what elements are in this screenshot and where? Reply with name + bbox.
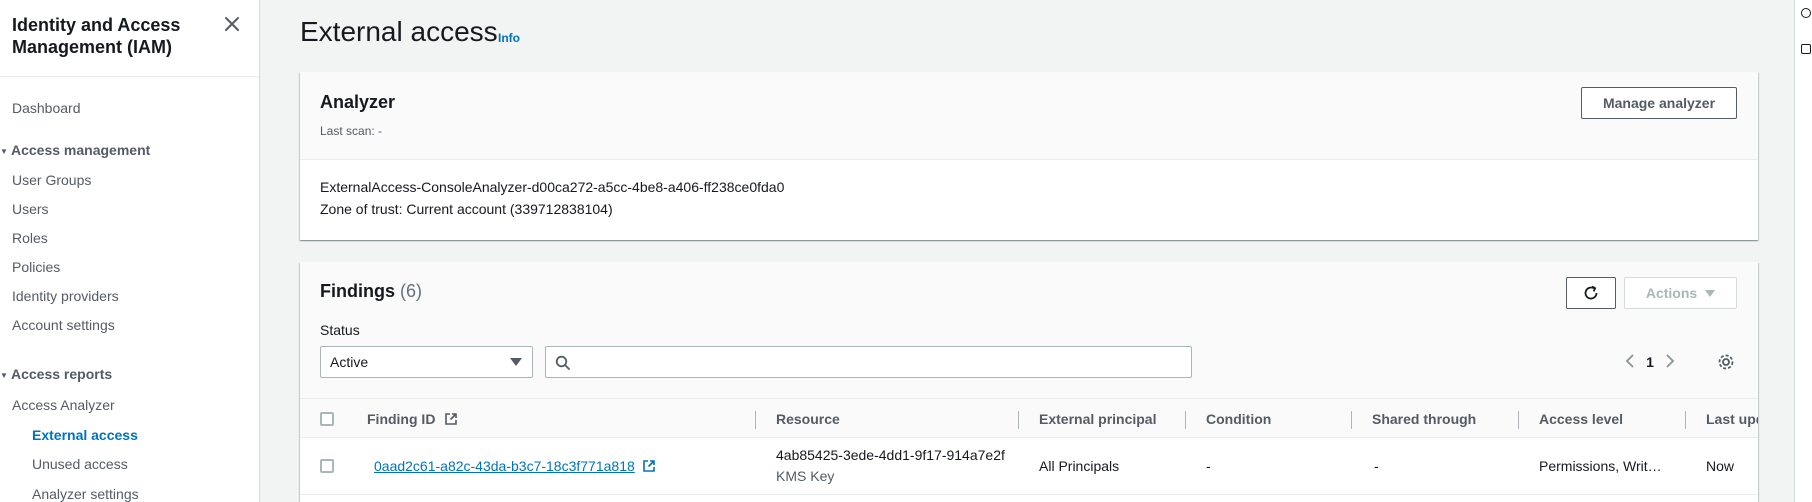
zone-of-trust: Zone of trust: Current account (33971283… bbox=[320, 201, 613, 217]
column-divider[interactable] bbox=[1351, 411, 1352, 429]
status-select-value: Active bbox=[330, 354, 369, 370]
right-panel-edge bbox=[1794, 0, 1812, 502]
status-select[interactable]: Active bbox=[320, 346, 533, 378]
findings-title: Findings (6) bbox=[320, 281, 422, 302]
caret-down-icon bbox=[1705, 289, 1716, 297]
column-header-condition[interactable]: Condition bbox=[1206, 411, 1271, 427]
last-scan-text: Last scan: - bbox=[320, 124, 383, 138]
sidebar-item-dashboard[interactable]: Dashboard bbox=[12, 100, 81, 116]
column-divider[interactable] bbox=[1018, 411, 1019, 429]
actions-button[interactable]: Actions bbox=[1624, 277, 1737, 309]
page-title: External access bbox=[300, 16, 498, 47]
findings-card: Findings (6) Actions Status Active 1 Fin… bbox=[300, 262, 1758, 502]
finding-id-text: 0aad2c61-a82c-43da-b3c7-18c3f771a818 bbox=[374, 458, 635, 474]
notifications-panel-icon[interactable] bbox=[1801, 44, 1811, 54]
preferences-button[interactable] bbox=[1717, 346, 1735, 378]
sidebar-item-access-analyzer[interactable]: Access Analyzer bbox=[12, 397, 115, 413]
pagination: 1 bbox=[1620, 346, 1680, 378]
sidebar-section-label: Access reports bbox=[11, 366, 113, 382]
manage-analyzer-button[interactable]: Manage analyzer bbox=[1581, 87, 1737, 119]
column-divider[interactable] bbox=[1185, 411, 1186, 429]
sidebar-nav: Identity and Access Management (IAM) Das… bbox=[0, 0, 260, 502]
caret-down-icon bbox=[510, 358, 522, 366]
shared-through: - bbox=[1374, 458, 1379, 474]
findings-title-text: Findings bbox=[320, 281, 395, 301]
sidebar-item-user-groups[interactable]: User Groups bbox=[12, 172, 91, 188]
table-header: Finding ID Resource External principal C… bbox=[300, 398, 1758, 438]
search-icon bbox=[555, 355, 570, 370]
resource-type: KMS Key bbox=[776, 468, 835, 484]
column-divider[interactable] bbox=[1518, 411, 1519, 429]
chevron-right-icon[interactable] bbox=[1660, 353, 1680, 372]
sidebar-section-access-management[interactable]: ▼ Access management bbox=[0, 142, 150, 158]
page-number[interactable]: 1 bbox=[1640, 354, 1660, 370]
row-checkbox[interactable] bbox=[320, 459, 334, 473]
search-input[interactable] bbox=[545, 346, 1192, 378]
access-level: Permissions, Writ… bbox=[1539, 458, 1662, 474]
external-link-icon bbox=[642, 460, 655, 472]
analyzer-card: Analyzer Last scan: - Manage analyzer Ex… bbox=[300, 72, 1758, 240]
row-divider bbox=[300, 494, 1758, 495]
close-icon[interactable] bbox=[221, 13, 243, 35]
column-header-last-updated[interactable]: Last upd bbox=[1706, 411, 1758, 427]
column-header-access-level[interactable]: Access level bbox=[1539, 411, 1623, 427]
sidebar-item-analyzer-settings[interactable]: Analyzer settings bbox=[32, 486, 139, 502]
analyzer-title: Analyzer bbox=[320, 92, 396, 112]
sidebar-item-unused-access[interactable]: Unused access bbox=[32, 456, 128, 472]
finding-id-link[interactable]: 0aad2c61-a82c-43da-b3c7-18c3f771a818 bbox=[374, 458, 656, 474]
analyzer-card-header: Analyzer Last scan: - Manage analyzer bbox=[300, 72, 1758, 160]
status-label: Status bbox=[320, 322, 360, 338]
column-divider[interactable] bbox=[1685, 411, 1686, 429]
sidebar-divider bbox=[0, 76, 259, 77]
sidebar-item-policies[interactable]: Policies bbox=[12, 259, 60, 275]
external-principal: All Principals bbox=[1039, 458, 1120, 474]
caret-down-icon: ▼ bbox=[0, 370, 8, 380]
info-link[interactable]: Info bbox=[498, 31, 520, 45]
refresh-icon bbox=[1584, 285, 1598, 300]
resource-id: 4ab85425-3ede-4dd1-9f17-914a7e2f bbox=[776, 447, 1005, 463]
sidebar-item-users[interactable]: Users bbox=[12, 201, 49, 217]
sidebar-section-label: Access management bbox=[11, 142, 151, 158]
sidebar-item-account-settings[interactable]: Account settings bbox=[12, 317, 115, 333]
column-header-shared-through[interactable]: Shared through bbox=[1372, 411, 1476, 427]
caret-down-icon: ▼ bbox=[0, 146, 8, 156]
gear-icon bbox=[1718, 354, 1734, 370]
sidebar-section-access-reports[interactable]: ▼ Access reports bbox=[0, 366, 112, 382]
last-updated: Now bbox=[1706, 458, 1735, 474]
column-header-finding-id[interactable]: Finding ID bbox=[367, 411, 458, 427]
sidebar-item-identity-providers[interactable]: Identity providers bbox=[12, 288, 119, 304]
sidebar-item-roles[interactable]: Roles bbox=[12, 230, 48, 246]
sidebar-item-external-access[interactable]: External access bbox=[32, 427, 138, 443]
actions-label: Actions bbox=[1645, 285, 1698, 301]
sidebar-title: Identity and Access Management (IAM) bbox=[12, 15, 181, 57]
analyzer-name: ExternalAccess-ConsoleAnalyzer-d00ca272-… bbox=[320, 179, 785, 195]
findings-count: (6) bbox=[400, 281, 423, 301]
refresh-button[interactable] bbox=[1566, 277, 1616, 309]
chevron-left-icon[interactable] bbox=[1620, 353, 1640, 372]
help-panel-icon[interactable] bbox=[1801, 8, 1811, 18]
select-all-checkbox[interactable] bbox=[320, 412, 334, 426]
column-header-external-principal[interactable]: External principal bbox=[1039, 411, 1156, 427]
external-link-icon bbox=[445, 413, 458, 425]
column-label: Finding ID bbox=[367, 411, 436, 427]
column-divider[interactable] bbox=[755, 411, 756, 429]
condition: - bbox=[1206, 458, 1211, 474]
column-header-resource[interactable]: Resource bbox=[776, 411, 840, 427]
